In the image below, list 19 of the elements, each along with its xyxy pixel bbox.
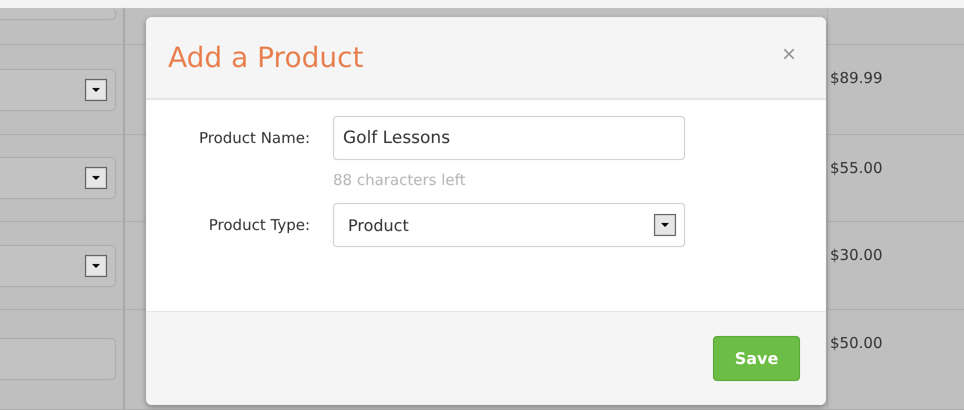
dropdown-field[interactable] bbox=[0, 68, 116, 110]
field-label: Product Type: bbox=[208, 216, 310, 234]
dropdown-field[interactable] bbox=[0, 244, 116, 286]
price-text: $30.00 bbox=[829, 246, 882, 264]
input-field[interactable] bbox=[0, 8, 116, 20]
dropdown-arrow-icon[interactable] bbox=[85, 167, 107, 189]
dropdown-field[interactable] bbox=[0, 157, 116, 199]
dropdown-field[interactable]: Product bbox=[333, 203, 685, 247]
input-field[interactable]: Golf Lessons bbox=[333, 116, 685, 160]
dropdown-arrow-icon[interactable] bbox=[85, 254, 107, 276]
price-text: $89.99 bbox=[829, 69, 882, 87]
price-text: $50.00 bbox=[829, 334, 882, 352]
hint-text: 88 characters left bbox=[333, 171, 467, 189]
dialog-title: Add a Product bbox=[168, 41, 364, 74]
dropdown-arrow-icon[interactable] bbox=[85, 78, 107, 100]
dropdown-arrow-icon[interactable] bbox=[654, 214, 676, 236]
field-label: Product Name: bbox=[198, 129, 310, 147]
price-text: $55.00 bbox=[829, 159, 882, 177]
input-field[interactable] bbox=[0, 338, 116, 380]
